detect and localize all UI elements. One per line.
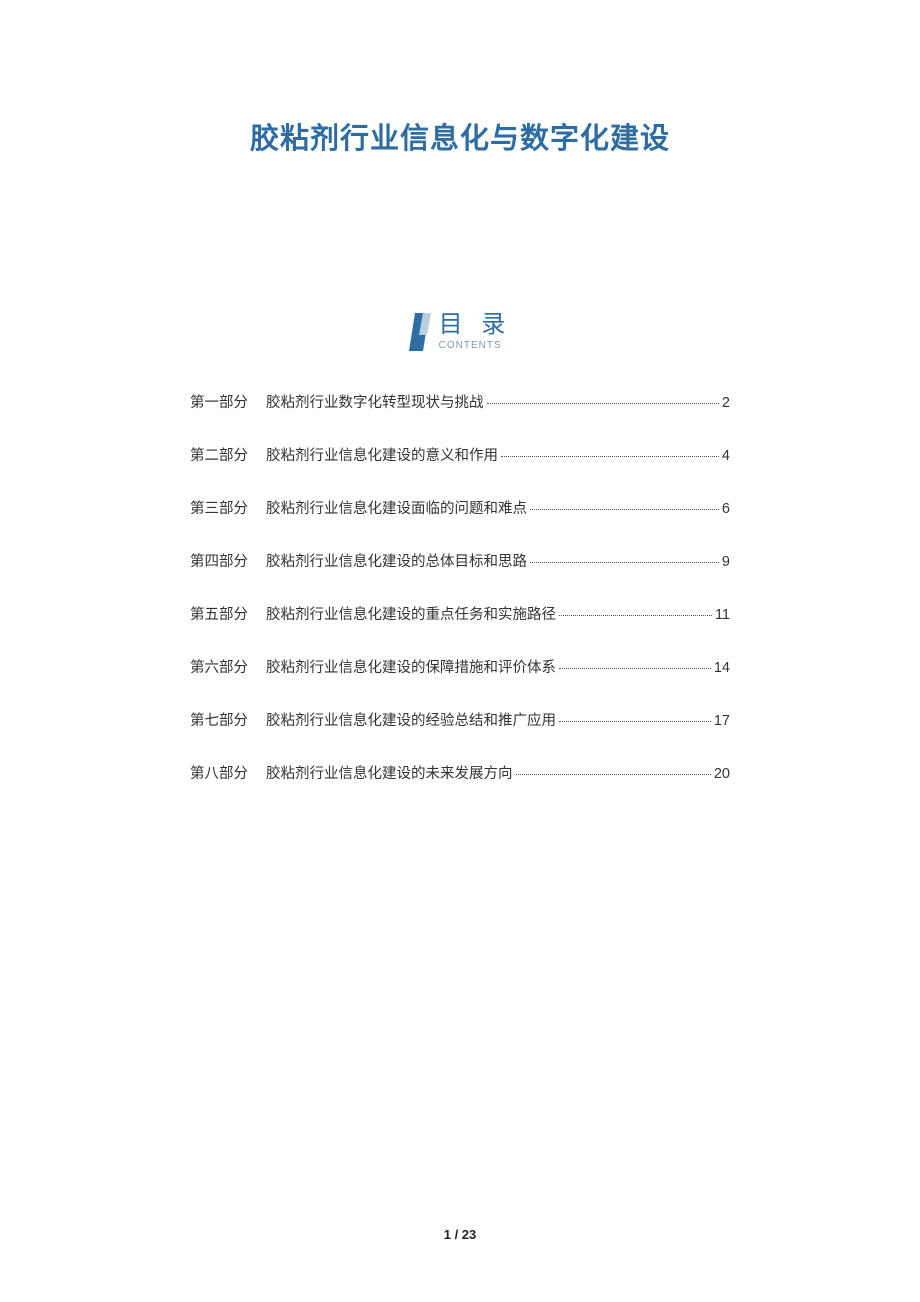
toc-part-label: 第二部分 [190, 444, 248, 465]
page-footer: 1 / 23 [0, 1227, 920, 1242]
page-current: 1 [444, 1227, 451, 1242]
toc-item-title: 胶粘剂行业信息化建设的保障措施和评价体系 [266, 656, 556, 677]
toc-leader-dots [487, 403, 719, 404]
document-page: 胶粘剂行业信息化与数字化建设 目 录 CONTENTS 第一部分 胶粘剂行业数字… [0, 0, 920, 783]
toc-leader-dots [559, 668, 711, 669]
page-total: 23 [462, 1227, 476, 1242]
toc-row[interactable]: 第五部分 胶粘剂行业信息化建设的重点任务和实施路径 11 [190, 603, 730, 624]
toc-header: 目 录 CONTENTS [120, 312, 800, 351]
toc-item-title: 胶粘剂行业信息化建设的经验总结和推广应用 [266, 709, 556, 730]
toc-page-number: 20 [714, 766, 730, 782]
toc-item-title: 胶粘剂行业信息化建设的重点任务和实施路径 [266, 603, 556, 624]
toc-leader-dots [530, 509, 719, 510]
toc-row[interactable]: 第三部分 胶粘剂行业信息化建设面临的问题和难点 6 [190, 497, 730, 518]
toc-page-number: 2 [722, 395, 730, 411]
toc-leader-dots [501, 456, 719, 457]
toc-item-title: 胶粘剂行业数字化转型现状与挑战 [266, 391, 484, 412]
document-title: 胶粘剂行业信息化与数字化建设 [120, 115, 800, 157]
toc-page-number: 17 [714, 713, 730, 729]
toc-row[interactable]: 第二部分 胶粘剂行业信息化建设的意义和作用 4 [190, 444, 730, 465]
toc-label-cn: 目 录 [439, 312, 512, 338]
toc-leader-dots [559, 721, 711, 722]
toc-part-label: 第七部分 [190, 709, 248, 730]
toc-page-number: 11 [715, 607, 730, 623]
toc-part-label: 第八部分 [190, 762, 248, 783]
toc-item-title: 胶粘剂行业信息化建设面临的问题和难点 [266, 497, 527, 518]
toc-leader-dots [530, 562, 719, 563]
toc-page-number: 6 [722, 501, 730, 517]
toc-slash-icon [409, 313, 431, 351]
toc-row[interactable]: 第一部分 胶粘剂行业数字化转型现状与挑战 2 [190, 391, 730, 412]
toc-row[interactable]: 第七部分 胶粘剂行业信息化建设的经验总结和推广应用 17 [190, 709, 730, 730]
toc-label-block: 目 录 CONTENTS [439, 312, 512, 351]
toc-part-label: 第三部分 [190, 497, 248, 518]
page-sep: / [451, 1227, 462, 1242]
toc-item-title: 胶粘剂行业信息化建设的总体目标和思路 [266, 550, 527, 571]
toc-row[interactable]: 第四部分 胶粘剂行业信息化建设的总体目标和思路 9 [190, 550, 730, 571]
toc-page-number: 4 [722, 448, 730, 464]
toc-list: 第一部分 胶粘剂行业数字化转型现状与挑战 2 第二部分 胶粘剂行业信息化建设的意… [120, 391, 800, 783]
toc-page-number: 9 [722, 554, 730, 570]
toc-part-label: 第四部分 [190, 550, 248, 571]
toc-page-number: 14 [714, 660, 730, 676]
toc-part-label: 第五部分 [190, 603, 248, 624]
toc-row[interactable]: 第八部分 胶粘剂行业信息化建设的未来发展方向 20 [190, 762, 730, 783]
toc-part-label: 第六部分 [190, 656, 248, 677]
toc-label-en: CONTENTS [439, 340, 502, 351]
toc-item-title: 胶粘剂行业信息化建设的未来发展方向 [266, 762, 513, 783]
toc-leader-dots [559, 615, 712, 616]
toc-leader-dots [516, 774, 711, 775]
toc-item-title: 胶粘剂行业信息化建设的意义和作用 [266, 444, 498, 465]
toc-part-label: 第一部分 [190, 391, 248, 412]
toc-row[interactable]: 第六部分 胶粘剂行业信息化建设的保障措施和评价体系 14 [190, 656, 730, 677]
